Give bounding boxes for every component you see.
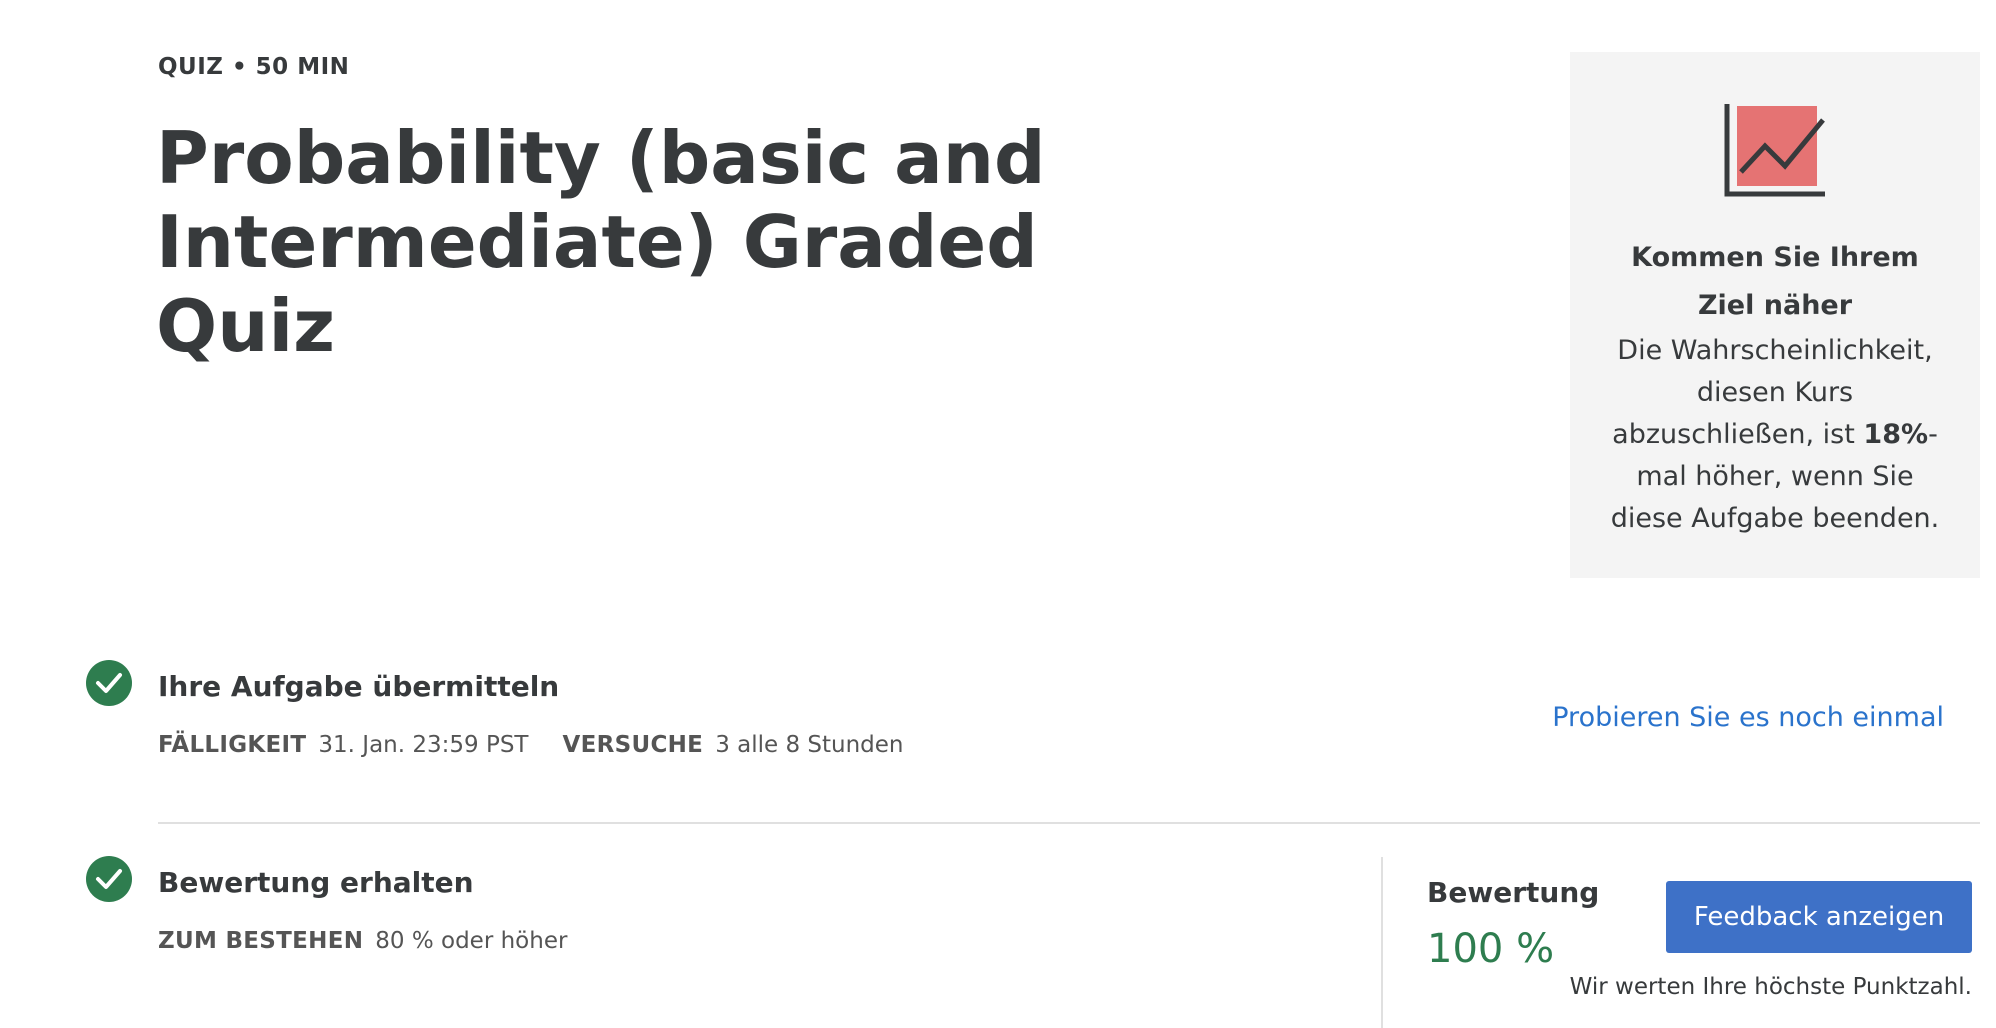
attempts-value: 3 alle 8 Stunden [715, 732, 904, 758]
retry-link[interactable]: Probieren Sie es noch einmal [1552, 702, 1944, 733]
attempts-label: VERSUCHE [562, 732, 704, 758]
item-type-duration: QUIZ • 50 MIN [158, 54, 350, 80]
grade-value: 100 % [1427, 926, 1555, 972]
due-label: FÄLLIGKEIT [158, 732, 307, 758]
pass-value: 80 % oder höher [375, 928, 568, 954]
grade-label: Bewertung [1427, 876, 1600, 909]
grade-note: Wir werten Ihre höchste Punktzahl. [1569, 974, 1972, 1000]
grade-divider [1381, 857, 1383, 1028]
goal-text: Die Wahrscheinlichkeit, diesen Kurs abzu… [1600, 330, 1950, 540]
view-feedback-button[interactable]: Feedback anzeigen [1666, 881, 1972, 953]
page-title: Probability (basic and Intermediate) Gra… [156, 116, 1046, 368]
goal-text-highlight: 18% [1863, 419, 1929, 450]
submit-status-check-icon [86, 660, 132, 706]
goal-heading: Kommen Sie Ihrem Ziel näher [1631, 242, 1919, 321]
submit-step-title: Ihre Aufgabe übermitteln [158, 670, 560, 703]
pass-label: ZUM BESTEHEN [158, 928, 364, 954]
trending-chart-icon [1724, 104, 1825, 197]
submit-meta-row: FÄLLIGKEIT 31. Jan. 23:59 PST VERSUCHE 3 al… [158, 732, 904, 758]
grade-meta-row: ZUM BESTEHEN 80 % oder höher [158, 928, 567, 954]
grade-step-title: Bewertung erhalten [158, 866, 474, 899]
goal-panel: Kommen Sie Ihrem Ziel näher Die Wahrsche… [1570, 52, 1980, 578]
due-value: 31. Jan. 23:59 PST [318, 732, 529, 758]
grade-status-check-icon [86, 856, 132, 902]
section-divider [158, 822, 1980, 824]
